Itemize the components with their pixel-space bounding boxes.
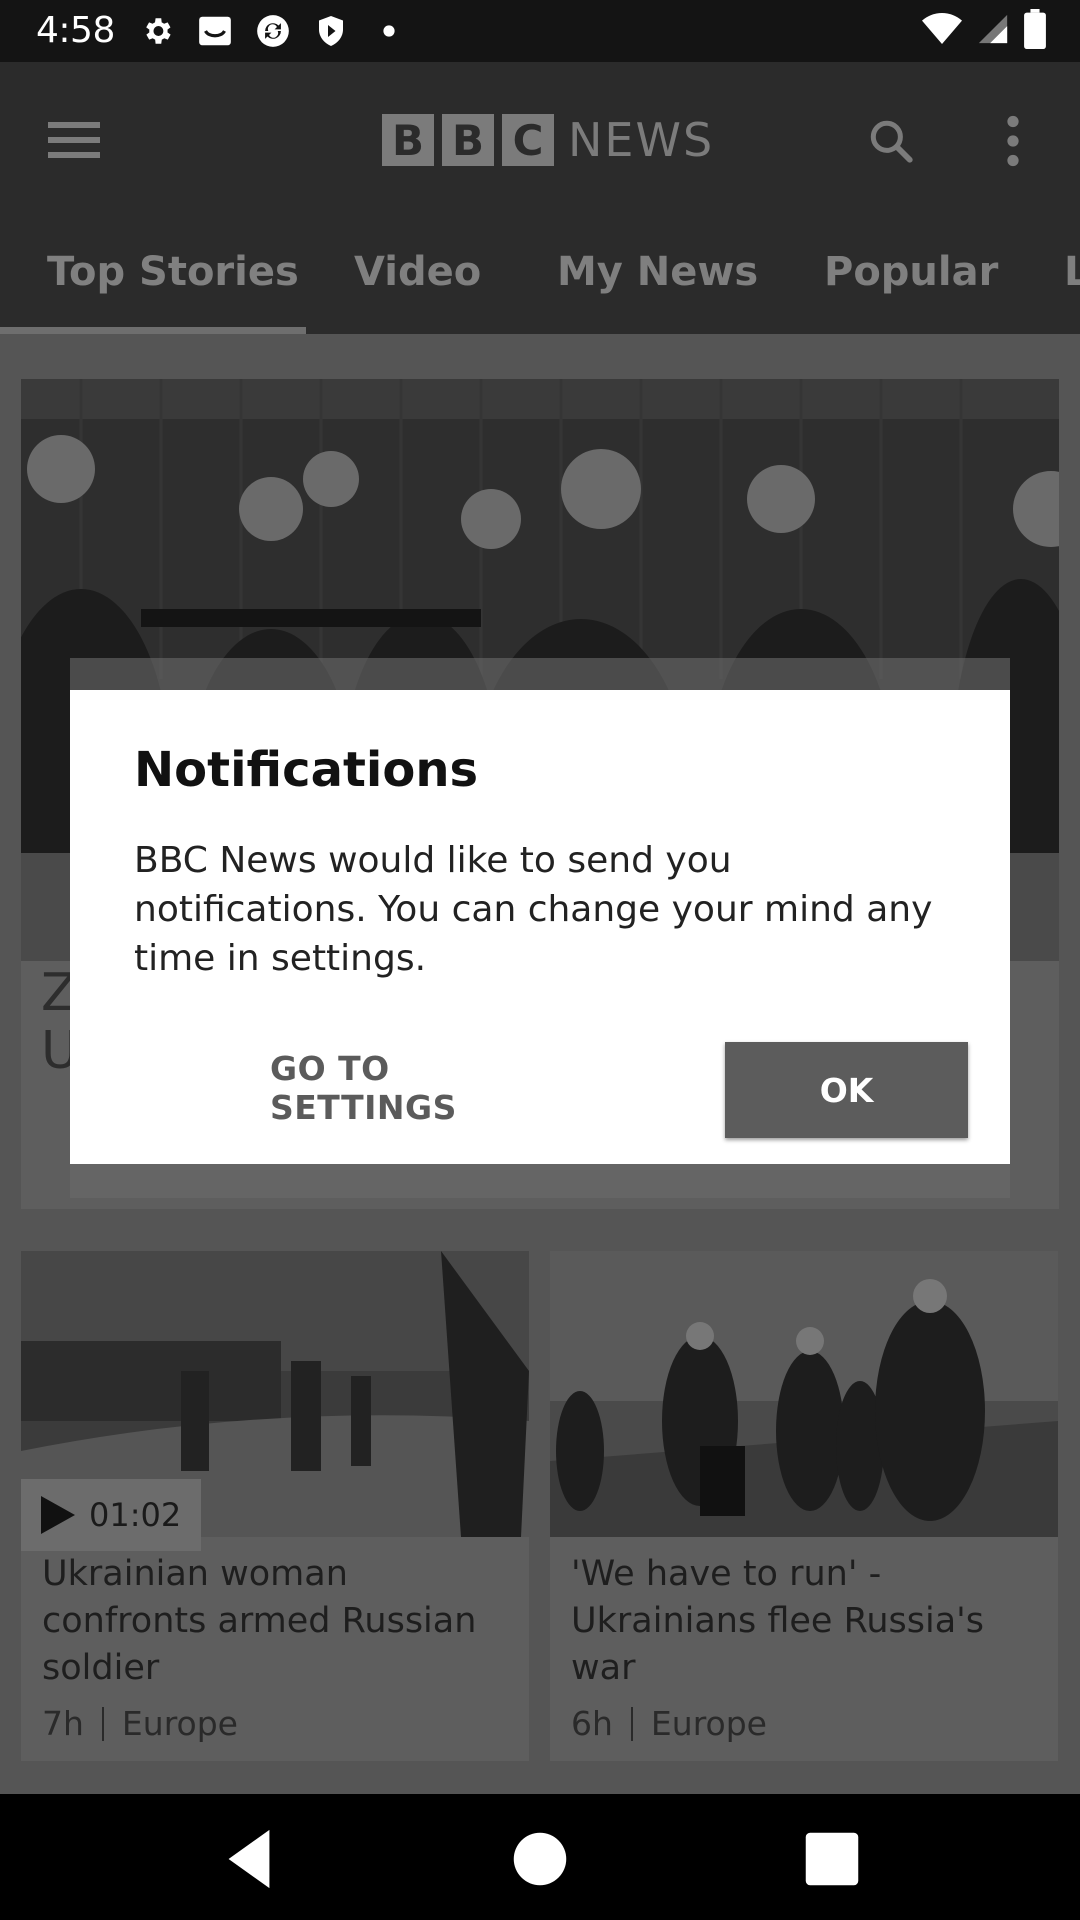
dialog-message: BBC News would like to send you notifica…: [134, 840, 933, 979]
home-button[interactable]: [505, 1824, 575, 1894]
ok-button[interactable]: OK: [725, 1042, 968, 1138]
home-icon: [513, 1832, 567, 1886]
back-icon: [228, 1829, 270, 1889]
recents-button[interactable]: [797, 1824, 867, 1894]
notifications-dialog: Notifications BBC News would like to sen…: [70, 690, 1010, 1164]
dialog-title: Notifications: [134, 742, 479, 798]
navigation-bar: [0, 1794, 1080, 1920]
go-to-settings-button[interactable]: GO TO SETTINGS: [270, 1042, 554, 1134]
recents-icon: [805, 1832, 859, 1886]
back-button[interactable]: [214, 1824, 284, 1894]
